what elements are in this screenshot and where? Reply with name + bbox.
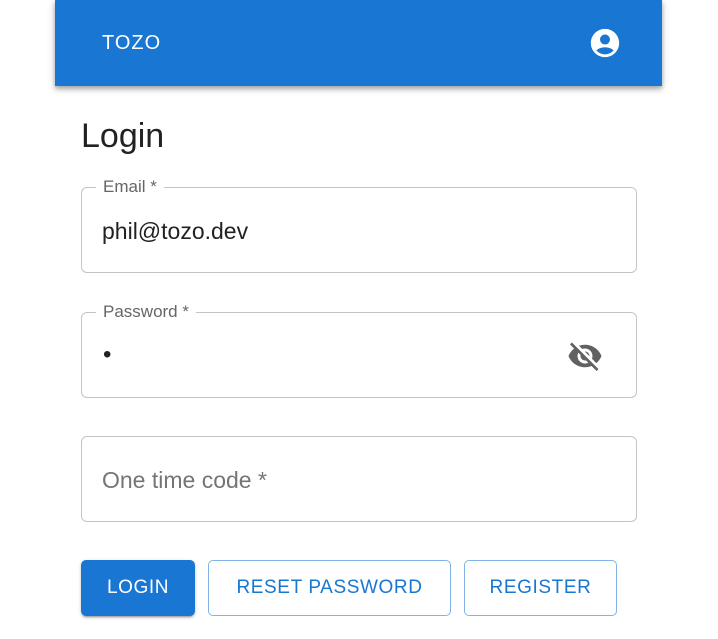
password-label: Password *	[96, 301, 196, 323]
otp-input[interactable]	[102, 461, 542, 499]
visibility-off-icon	[568, 342, 602, 371]
brand-link[interactable]: TOZO	[102, 31, 161, 55]
password-input[interactable]: •	[103, 341, 111, 369]
app-bar: TOZO	[55, 0, 662, 86]
register-button[interactable]: REGISTER	[464, 560, 617, 616]
email-label: Email *	[96, 176, 164, 198]
login-page: TOZO Login Email * Password * • LOGIN RE…	[0, 0, 718, 639]
otp-field[interactable]	[81, 436, 637, 522]
email-field[interactable]: Email *	[81, 176, 637, 273]
reset-password-button[interactable]: RESET PASSWORD	[208, 560, 451, 616]
account-button[interactable]	[586, 24, 624, 62]
page-title: Login	[81, 117, 165, 155]
password-field[interactable]: Password * •	[81, 301, 637, 398]
toggle-password-visibility-button[interactable]	[566, 339, 604, 373]
email-input[interactable]	[102, 212, 542, 250]
login-button[interactable]: LOGIN	[81, 560, 195, 616]
account-circle-icon	[590, 28, 620, 58]
